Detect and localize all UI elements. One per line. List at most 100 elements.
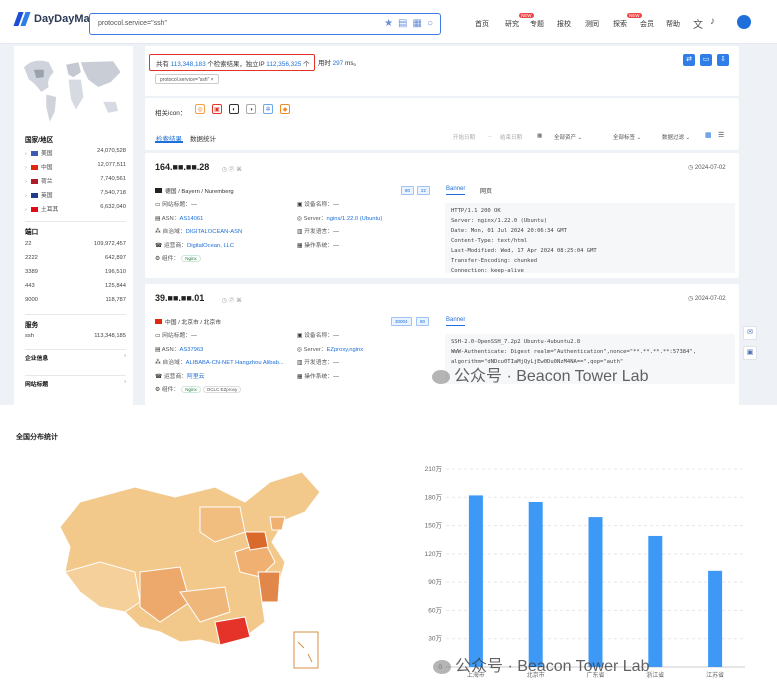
avatar[interactable]	[737, 15, 751, 29]
list-view-icon[interactable]: ☰	[718, 131, 724, 139]
field-value[interactable]: DigitalOcean, LLC	[187, 243, 234, 249]
result-suffix: 个	[303, 61, 310, 68]
tab-stats[interactable]: 数据统计	[190, 133, 216, 143]
entry-action-icons[interactable]: ◷ ⓟ ⌘	[222, 295, 242, 304]
nav-item-5[interactable]: 探索 NEW	[613, 13, 642, 29]
port-row[interactable]: 22 109,972,457	[25, 241, 126, 247]
download-button[interactable]: ⇩	[717, 54, 729, 66]
field-value: —	[191, 202, 197, 208]
component-badge[interactable]: OCLC EZproxy	[202, 386, 242, 393]
chat-icon[interactable]: ✉	[743, 326, 757, 340]
country-name: 美国	[40, 151, 53, 157]
bar-0[interactable]	[468, 495, 483, 667]
service-row[interactable]: ssh 113,348,185	[25, 333, 126, 339]
service-name: ssh	[25, 333, 35, 339]
port-pill[interactable]: 80	[416, 317, 430, 326]
nav-item-0[interactable]: 首页	[475, 19, 489, 29]
port-row[interactable]: 443 125,844	[25, 283, 126, 289]
star-icon[interactable]: ★	[384, 18, 393, 29]
port-pill[interactable]: 30004	[391, 317, 412, 326]
component-badge[interactable]: Nginx	[181, 255, 201, 262]
port-pill[interactable]: 22	[417, 186, 431, 195]
app-logo[interactable]: DayDayMap	[13, 12, 96, 26]
country-count: 7,740,561	[100, 176, 126, 182]
nav-item-4[interactable]: 测同	[585, 19, 599, 29]
translate-icon[interactable]: 文	[693, 16, 703, 31]
country-row[interactable]: › 英国 7,540,718	[25, 190, 126, 199]
nav-item-1[interactable]: 研究 NEW	[505, 13, 534, 29]
bar-3[interactable]	[648, 535, 663, 667]
bar-1[interactable]	[528, 502, 543, 667]
end-date-input[interactable]: 结束日期	[500, 133, 522, 141]
collapsed-section-title: 网站标题	[25, 382, 49, 388]
query-tag[interactable]: protocol.service="ssh" ×	[155, 74, 219, 84]
country-row[interactable]: › 中国 12,077,511	[25, 162, 126, 171]
field-value[interactable]: DIGITALOCEAN-ASN	[186, 229, 243, 235]
field-label: 开发语言：	[304, 229, 334, 235]
nav-item-7[interactable]: 帮助	[666, 19, 680, 29]
github-icon[interactable]: ◐	[229, 104, 239, 114]
nav-label: 帮助	[666, 21, 680, 28]
bar-4[interactable]	[708, 570, 723, 667]
field-icon: ◎	[297, 215, 304, 222]
banner-tab[interactable]: Banner	[446, 186, 466, 195]
nav-item-6[interactable]: 会员	[640, 19, 654, 29]
y-tick-label: 30万	[428, 635, 442, 643]
field-label: 组件：	[161, 256, 180, 262]
entry-action-icons[interactable]: ◷ ⓟ ⌘	[222, 164, 242, 173]
field-value[interactable]: AS14061	[180, 216, 204, 222]
country-row[interactable]: › 美国 24,070,528	[25, 148, 126, 157]
related-icon-5[interactable]: ✲	[263, 104, 273, 114]
list-icon[interactable]: ▤	[398, 18, 407, 29]
labels-select[interactable]: 全部标签 ⌄	[613, 133, 641, 141]
banner-tab[interactable]: Banner	[446, 317, 466, 326]
data-filter-select[interactable]: 数据过滤 ⌄	[662, 133, 690, 141]
collapsed-section[interactable]: 企业信息 ›	[25, 353, 126, 362]
entry-field-os: ▦ 操作系统：—	[297, 240, 339, 249]
bar-2[interactable]	[588, 517, 603, 667]
calendar-icon[interactable]: ▦	[537, 133, 542, 139]
grid-view-icon[interactable]: ▦	[705, 131, 712, 139]
field-value[interactable]: 阿里云	[187, 374, 204, 380]
gitlab-icon[interactable]: ◆	[280, 104, 290, 114]
port-number: 2222	[25, 255, 38, 261]
field-icon: ▤	[155, 346, 162, 353]
related-icon-4[interactable]: ◑	[246, 104, 256, 114]
assets-select[interactable]: 全部资产 ⌄	[554, 133, 582, 141]
export-button[interactable]: ⇄	[683, 54, 695, 66]
web-tab[interactable]: 网页	[480, 186, 492, 195]
entry-field-site-title: ▭ 网站标题：—	[155, 330, 197, 339]
bell-icon[interactable]: ♪	[710, 16, 715, 27]
watermark-bottom: 公众号 · Beacon Tower Lab	[433, 652, 649, 676]
nav-item-2[interactable]: 专题	[530, 19, 544, 29]
component-badge[interactable]: Nginx	[181, 386, 201, 393]
field-label: 设备名称：	[304, 333, 334, 339]
feedback-icon[interactable]: ▣	[743, 346, 757, 360]
chevron-right-icon: ›	[25, 193, 27, 199]
folder-button[interactable]: ▭	[700, 54, 712, 66]
entry-field-server: ◎ Server：nginx/1.22.0 (Ubuntu)	[297, 213, 382, 222]
port-row[interactable]: 2222 642,897	[25, 255, 126, 261]
entry-ip[interactable]: 39.■■.■■.01	[155, 293, 204, 303]
grid-icon[interactable]: ▦	[413, 18, 422, 29]
field-value[interactable]: ALIBABA-CN-NET Hangzhou Alibab...	[186, 360, 284, 366]
field-label: 设备名称：	[304, 202, 334, 208]
related-icon-1[interactable]: ◎	[195, 104, 205, 114]
port-count: 196,510	[105, 269, 126, 275]
port-row[interactable]: 3389 196,510	[25, 269, 126, 275]
search-input[interactable]: protocol.service="ssh" ★ ▤ ▦ ○	[89, 13, 441, 35]
country-row[interactable]: › 荷兰 7,740,561	[25, 176, 126, 185]
nav-item-3[interactable]: 报校	[557, 19, 571, 29]
entry-ip[interactable]: 164.■■.■■.28	[155, 162, 209, 172]
entry-field-isp-area: ⁂ 自治域：DIGITALOCEAN-ASN	[155, 226, 242, 235]
related-icon-2[interactable]: ▣	[212, 104, 222, 114]
port-row[interactable]: 9000 118,787	[25, 297, 126, 303]
collapsed-section[interactable]: 网站标题 ›	[25, 379, 126, 388]
country-name-wrap: › 中国	[25, 162, 53, 171]
start-date-input[interactable]: 开始日期	[453, 133, 475, 141]
country-row[interactable]: › 土耳其 6,632,040	[25, 204, 126, 213]
related-icon-label: 相关icon：	[155, 110, 187, 117]
port-pill[interactable]: 80	[401, 186, 415, 195]
field-value[interactable]: AS37963	[180, 347, 204, 353]
search-icon[interactable]: ○	[427, 18, 433, 29]
